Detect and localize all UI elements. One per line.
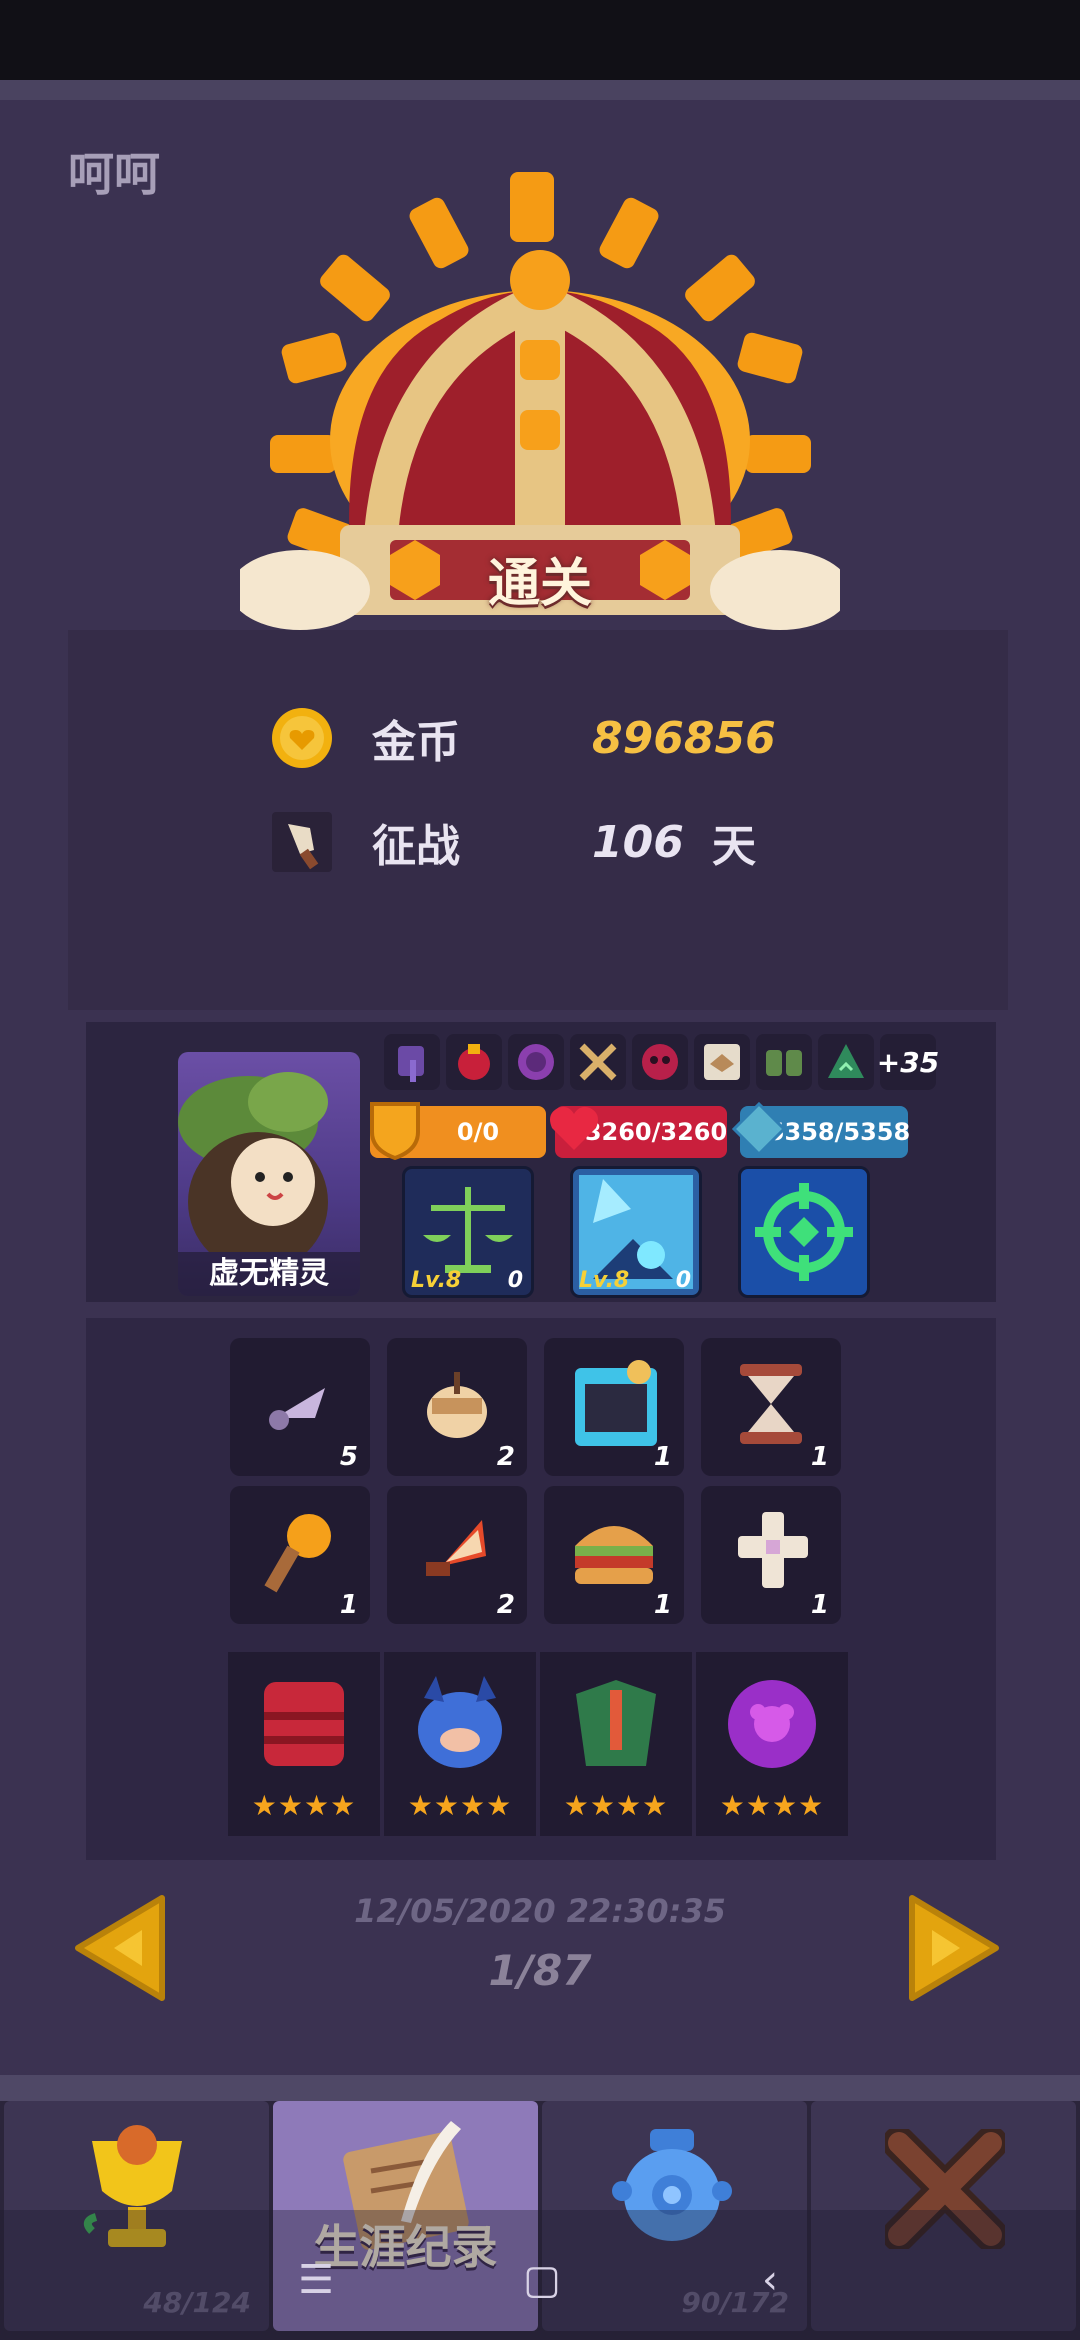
campaign-row: 征战 106 天 bbox=[270, 810, 756, 874]
hero-avatar-icon bbox=[178, 1072, 328, 1272]
relic-slot[interactable]: ★★★★ bbox=[696, 1652, 848, 1836]
campaign-unit: 天 bbox=[712, 821, 756, 872]
item-count: 1 bbox=[339, 1590, 358, 1620]
target-icon bbox=[755, 1183, 853, 1281]
item-count: 1 bbox=[810, 1442, 829, 1472]
hero-portrait[interactable]: 虚无精灵 bbox=[178, 1052, 360, 1296]
relic-slot[interactable]: ★★★★ bbox=[540, 1652, 692, 1836]
shield-icon bbox=[368, 1098, 422, 1164]
star-rating: ★★★★ bbox=[251, 1789, 357, 1822]
burger-icon bbox=[575, 1526, 653, 1584]
potion-buff-icon[interactable] bbox=[446, 1034, 502, 1090]
sword-icon bbox=[270, 810, 334, 874]
item-count: 1 bbox=[653, 1442, 672, 1472]
inventory-item[interactable]: 1 bbox=[701, 1338, 841, 1476]
mana-value: 5358/5358 bbox=[767, 1118, 911, 1146]
inventory-item[interactable]: 2 bbox=[387, 1338, 527, 1476]
status-divider bbox=[0, 80, 1080, 100]
health-value: 3260/3260 bbox=[584, 1118, 728, 1146]
item-count: 1 bbox=[810, 1590, 829, 1620]
more-buffs-count[interactable]: +35 bbox=[877, 1034, 939, 1090]
red-cask-icon bbox=[264, 1682, 344, 1766]
green-armor-icon bbox=[576, 1680, 656, 1766]
cross-icon bbox=[738, 1512, 808, 1588]
heart-icon bbox=[546, 1100, 602, 1158]
item-count: 2 bbox=[496, 1442, 515, 1472]
gold-row: 金币 896856 bbox=[270, 706, 776, 770]
gold-value: 896856 bbox=[592, 712, 776, 764]
shield-value: 0/0 bbox=[456, 1118, 500, 1146]
star-rating: ★★★★ bbox=[719, 1789, 825, 1822]
item-count: 1 bbox=[653, 1590, 672, 1620]
rune-buff-icon[interactable] bbox=[508, 1034, 564, 1090]
handshake-buff-icon[interactable] bbox=[694, 1034, 750, 1090]
knife-icon bbox=[269, 1388, 325, 1430]
campaign-days: 106 bbox=[592, 816, 684, 868]
item-count: 5 bbox=[339, 1442, 358, 1472]
status-bar bbox=[0, 0, 1080, 80]
next-record-button[interactable] bbox=[906, 1892, 1002, 2004]
menu-icon[interactable]: ☰ bbox=[286, 2250, 346, 2310]
back-icon[interactable]: ‹ bbox=[740, 2250, 800, 2310]
tent-buff-icon[interactable] bbox=[818, 1034, 874, 1090]
star-rating: ★★★★ bbox=[563, 1789, 669, 1822]
inventory-item[interactable]: 2 bbox=[387, 1486, 527, 1624]
blade-icon bbox=[426, 1520, 486, 1576]
victory-banner: 通关 bbox=[487, 553, 592, 614]
home-icon[interactable]: ▢ bbox=[512, 2250, 572, 2310]
relic-slot[interactable]: ★★★★ bbox=[228, 1652, 380, 1836]
skill-balance[interactable]: Lv.8 0 bbox=[402, 1166, 534, 1298]
inventory-item[interactable]: 1 bbox=[544, 1338, 684, 1476]
item-count: 2 bbox=[496, 1590, 515, 1620]
skull-buff-icon[interactable] bbox=[632, 1034, 688, 1090]
skill-target[interactable] bbox=[738, 1166, 870, 1298]
skill-frost[interactable]: Lv.8 0 bbox=[570, 1166, 702, 1298]
torch-icon bbox=[264, 1514, 331, 1593]
player-name: 呵呵 bbox=[68, 147, 160, 201]
gold-label: 金币 bbox=[372, 717, 460, 768]
inventory-item[interactable]: 1 bbox=[701, 1486, 841, 1624]
skill-level: Lv.8 bbox=[579, 1268, 630, 1293]
skill-count: 0 bbox=[507, 1268, 523, 1293]
arrow-right-icon bbox=[909, 1895, 999, 2001]
inventory-item[interactable]: 1 bbox=[544, 1486, 684, 1624]
gold-coin-icon bbox=[270, 706, 334, 770]
skill-count: 0 bbox=[675, 1268, 691, 1293]
inventory-item[interactable]: 5 bbox=[230, 1338, 370, 1476]
skill-level: Lv.8 bbox=[411, 1268, 462, 1293]
tabbar-divider bbox=[0, 2075, 1080, 2101]
inventory-item[interactable]: 1 bbox=[230, 1486, 370, 1624]
campaign-label: 征战 bbox=[372, 821, 460, 872]
acorn-icon bbox=[427, 1372, 487, 1438]
hourglass-icon bbox=[740, 1364, 802, 1444]
axe-buff-icon[interactable] bbox=[384, 1034, 440, 1090]
purple-orb-icon bbox=[728, 1680, 816, 1768]
star-rating: ★★★★ bbox=[407, 1789, 513, 1822]
blue-beast-icon bbox=[418, 1676, 502, 1768]
buff-list: +35 bbox=[384, 1034, 942, 1090]
crystal-icon bbox=[731, 1101, 787, 1160]
crossed-swords-buff-icon[interactable] bbox=[570, 1034, 626, 1090]
hero-name: 虚无精灵 bbox=[178, 1252, 360, 1296]
binocular-buff-icon[interactable] bbox=[756, 1034, 812, 1090]
previous-record-button[interactable] bbox=[72, 1892, 168, 2004]
relic-slot[interactable]: ★★★★ bbox=[384, 1652, 536, 1836]
arrow-left-icon bbox=[75, 1895, 165, 2001]
